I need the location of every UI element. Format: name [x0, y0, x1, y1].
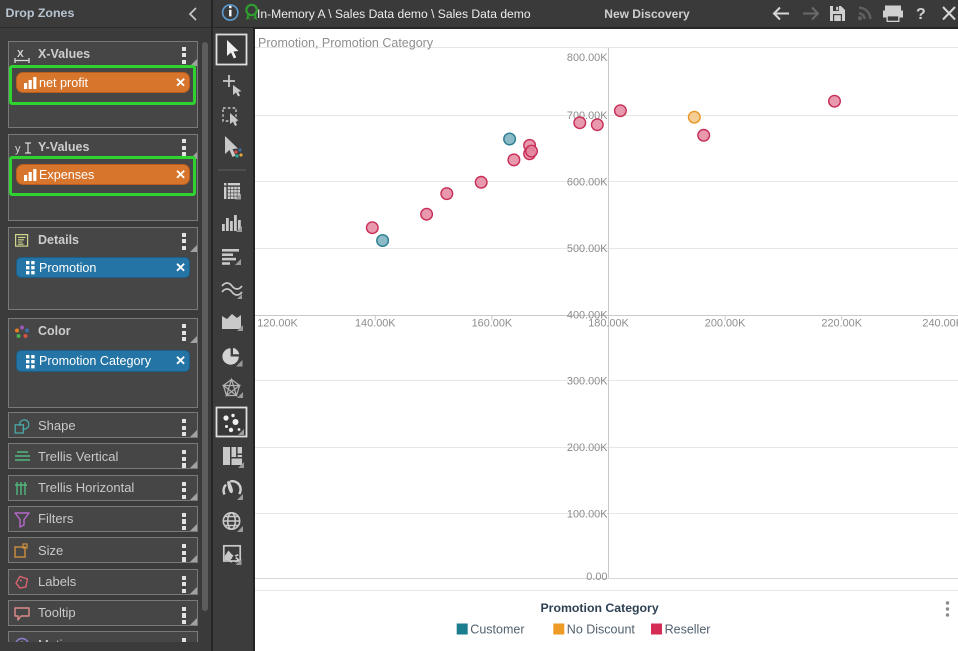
- svg-text:700.00K: 700.00K: [567, 110, 608, 122]
- svg-text:No Discount: No Discount: [567, 623, 636, 637]
- svg-text:160.00K: 160.00K: [472, 318, 513, 330]
- svg-text:X: X: [17, 49, 24, 60]
- svg-text:120.00K: 120.00K: [257, 318, 298, 330]
- svg-text:100.00K: 100.00K: [567, 508, 608, 520]
- svg-text:0.00: 0.00: [586, 571, 607, 583]
- svg-text:180.00K: 180.00K: [588, 318, 629, 330]
- svg-text:140.00K: 140.00K: [355, 318, 396, 330]
- svg-text:Reseller: Reseller: [665, 623, 711, 637]
- svg-text:?: ?: [916, 6, 926, 23]
- svg-text:500.00K: 500.00K: [567, 243, 608, 255]
- svg-text:Customer: Customer: [470, 623, 524, 637]
- svg-text:220.00K: 220.00K: [821, 318, 862, 330]
- svg-text:200.00K: 200.00K: [567, 442, 608, 454]
- svg-text:200.00K: 200.00K: [705, 318, 746, 330]
- svg-text:300.00K: 300.00K: [567, 376, 608, 388]
- svg-text:Promotion Category: Promotion Category: [540, 601, 658, 615]
- svg-text:y: y: [15, 143, 21, 155]
- svg-text:240.00K: 240.00K: [922, 318, 958, 330]
- svg-text:Promotion, Promotion Category: Promotion, Promotion Category: [258, 36, 434, 50]
- svg-text:800.00K: 800.00K: [567, 52, 608, 64]
- svg-text:600.00K: 600.00K: [567, 176, 608, 188]
